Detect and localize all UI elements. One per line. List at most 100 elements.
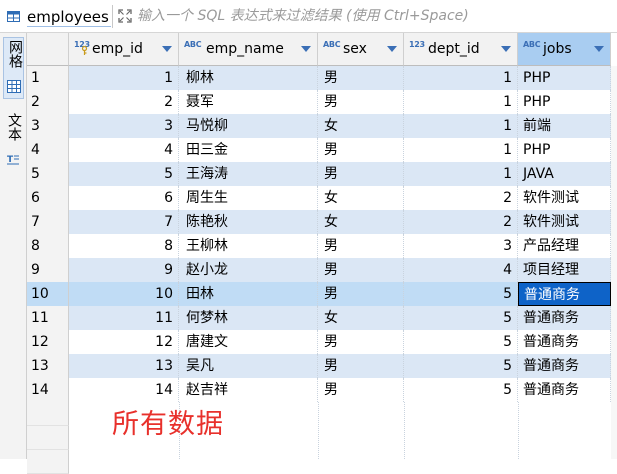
table-row[interactable]: 11 11 何梦林女 5 普通商务 <box>27 306 611 330</box>
column-header-emp-id[interactable]: 123 emp_id <box>69 33 179 66</box>
sex-cell[interactable]: 女 <box>318 114 404 138</box>
emp-id-cell[interactable]: 5 <box>69 162 179 186</box>
emp-id-cell[interactable]: 11 <box>69 306 179 330</box>
row-number[interactable]: 2 <box>27 90 69 114</box>
sex-cell[interactable]: 女 <box>318 186 404 210</box>
emp-id-cell[interactable]: 4 <box>69 138 179 162</box>
table-row[interactable]: 13 13 吴凡男 5 普通商务 <box>27 354 611 378</box>
emp-name-cell[interactable]: 赵吉祥 <box>179 378 318 402</box>
vertical-scrollbar[interactable] <box>611 66 617 459</box>
table-row[interactable]: 4 4 田三金男 1 PHP <box>27 138 611 162</box>
row-number[interactable]: 9 <box>27 258 69 282</box>
sex-cell[interactable]: 男 <box>318 378 404 402</box>
table-name-tab[interactable]: employees <box>27 8 111 27</box>
sex-cell[interactable]: 男 <box>318 258 404 282</box>
jobs-cell[interactable]: PHP <box>518 90 611 114</box>
table-row[interactable]: 3 3 马悦柳女 1 前端 <box>27 114 611 138</box>
emp-name-cell[interactable]: 何梦林 <box>179 306 318 330</box>
row-number[interactable]: 12 <box>27 330 69 354</box>
emp-id-cell[interactable]: 3 <box>69 114 179 138</box>
sex-cell[interactable]: 男 <box>318 354 404 378</box>
table-row[interactable]: 12 12 唐建文男 5 普通商务 <box>27 330 611 354</box>
dept-id-cell[interactable]: 2 <box>404 186 518 210</box>
sex-cell[interactable]: 男 <box>318 330 404 354</box>
sql-filter-input[interactable] <box>137 6 607 26</box>
emp-name-cell[interactable]: 唐建文 <box>179 330 318 354</box>
emp-id-cell[interactable]: 1 <box>69 66 179 90</box>
emp-id-cell[interactable]: 10 <box>69 282 179 306</box>
jobs-cell[interactable]: 普通商务 <box>518 378 611 402</box>
emp-id-cell[interactable]: 7 <box>69 210 179 234</box>
emp-name-cell[interactable]: 陈艳秋 <box>179 210 318 234</box>
row-number[interactable]: 8 <box>27 234 69 258</box>
sex-cell[interactable]: 男 <box>318 282 404 306</box>
emp-name-cell[interactable]: 聂军 <box>179 90 318 114</box>
dept-id-cell[interactable]: 1 <box>404 90 518 114</box>
emp-name-cell[interactable]: 马悦柳 <box>179 114 318 138</box>
jobs-cell[interactable]: 普通商务 <box>518 282 611 306</box>
table-row[interactable]: 5 5 王海涛男 1 JAVA <box>27 162 611 186</box>
table-row[interactable]: 7 7 陈艳秋女 2 软件测试 <box>27 210 611 234</box>
row-number[interactable]: 4 <box>27 138 69 162</box>
dept-id-cell[interactable]: 3 <box>404 234 518 258</box>
table-row[interactable]: 1 1 柳林男 1 PHP <box>27 66 611 90</box>
dept-id-cell[interactable]: 5 <box>404 306 518 330</box>
dept-id-cell[interactable]: 5 <box>404 378 518 402</box>
row-number[interactable]: 1 <box>27 66 69 90</box>
sex-cell[interactable]: 男 <box>318 162 404 186</box>
dept-id-cell[interactable]: 1 <box>404 66 518 90</box>
emp-name-cell[interactable]: 周生生 <box>179 186 318 210</box>
emp-id-cell[interactable]: 14 <box>69 378 179 402</box>
table-row[interactable]: 14 14 赵吉祥男 5 普通商务 <box>27 378 611 402</box>
sex-cell[interactable]: 男 <box>318 138 404 162</box>
dept-id-cell[interactable]: 4 <box>404 258 518 282</box>
emp-name-cell[interactable]: 柳林 <box>179 66 318 90</box>
sex-cell[interactable]: 男 <box>318 234 404 258</box>
jobs-cell[interactable]: 软件测试 <box>518 210 611 234</box>
emp-name-cell[interactable]: 赵小龙 <box>179 258 318 282</box>
jobs-cell[interactable]: 项目经理 <box>518 258 611 282</box>
jobs-cell[interactable]: JAVA <box>518 162 611 186</box>
jobs-cell[interactable]: 普通商务 <box>518 354 611 378</box>
emp-name-cell[interactable]: 王海涛 <box>179 162 318 186</box>
emp-id-cell[interactable]: 9 <box>69 258 179 282</box>
jobs-cell[interactable]: 前端 <box>518 114 611 138</box>
emp-name-cell[interactable]: 田三金 <box>179 138 318 162</box>
emp-name-cell[interactable]: 吴凡 <box>179 354 318 378</box>
jobs-cell[interactable]: 产品经理 <box>518 234 611 258</box>
dept-id-cell[interactable]: 5 <box>404 330 518 354</box>
table-row[interactable]: 10 10 田林男 5 普通商务 <box>27 282 611 306</box>
table-row[interactable]: 2 2 聂军男 1 PHP <box>27 90 611 114</box>
tab-text[interactable]: 文本 T <box>3 113 24 173</box>
jobs-cell[interactable]: PHP <box>518 66 611 90</box>
jobs-cell[interactable]: 软件测试 <box>518 186 611 210</box>
tab-grid[interactable]: 网格 <box>3 37 24 99</box>
dept-id-cell[interactable]: 1 <box>404 162 518 186</box>
column-header-jobs[interactable]: ABC jobs <box>518 33 611 66</box>
row-number[interactable]: 6 <box>27 186 69 210</box>
emp-name-cell[interactable]: 王柳林 <box>179 234 318 258</box>
emp-name-cell[interactable]: 田林 <box>179 282 318 306</box>
column-header-sex[interactable]: ABC sex <box>318 33 404 66</box>
row-number[interactable]: 11 <box>27 306 69 330</box>
jobs-cell[interactable]: 普通商务 <box>518 330 611 354</box>
row-number[interactable]: 14 <box>27 378 69 402</box>
row-number[interactable]: 7 <box>27 210 69 234</box>
dept-id-cell[interactable]: 1 <box>404 114 518 138</box>
sex-cell[interactable]: 男 <box>318 90 404 114</box>
column-header-dept-id[interactable]: 123 dept_id <box>404 33 518 66</box>
table-row[interactable]: 9 9 赵小龙男 4 项目经理 <box>27 258 611 282</box>
dept-id-cell[interactable]: 5 <box>404 354 518 378</box>
dept-id-cell[interactable]: 1 <box>404 138 518 162</box>
sort-dropdown-icon[interactable] <box>387 46 397 52</box>
sex-cell[interactable]: 女 <box>318 306 404 330</box>
row-number[interactable]: 10 <box>27 282 69 306</box>
row-number[interactable]: 13 <box>27 354 69 378</box>
emp-id-cell[interactable]: 13 <box>69 354 179 378</box>
emp-id-cell[interactable]: 12 <box>69 330 179 354</box>
sex-cell[interactable]: 男 <box>318 66 404 90</box>
sort-dropdown-icon[interactable] <box>501 46 511 52</box>
sort-dropdown-icon[interactable] <box>594 46 604 52</box>
emp-id-cell[interactable]: 2 <box>69 90 179 114</box>
sort-dropdown-icon[interactable] <box>301 46 311 52</box>
